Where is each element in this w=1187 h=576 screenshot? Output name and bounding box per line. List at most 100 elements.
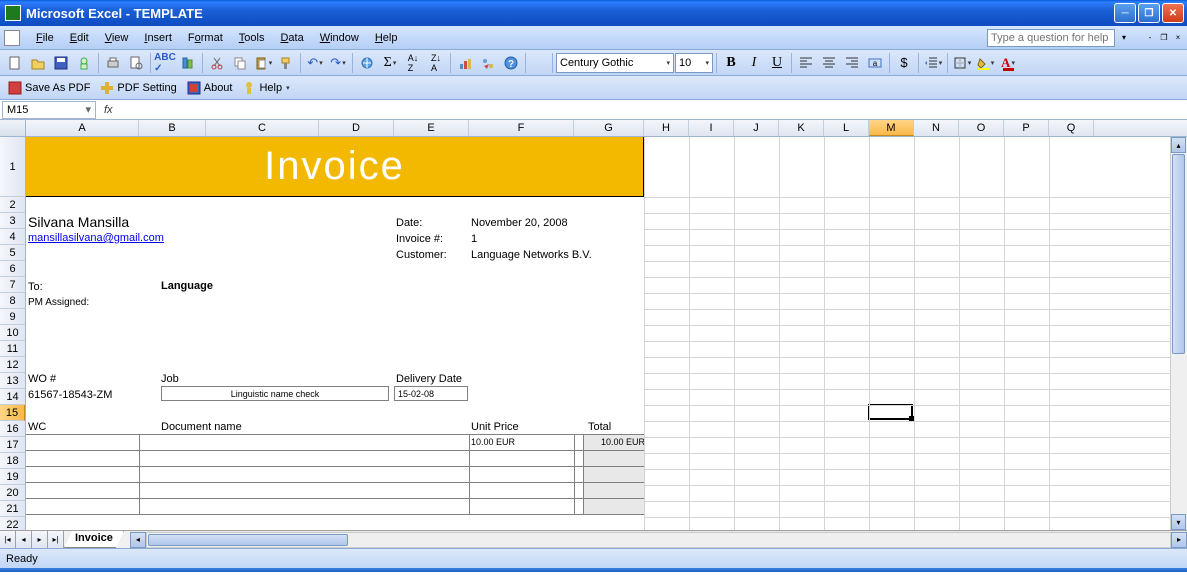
help-search-input[interactable] <box>987 29 1115 47</box>
column-header-C[interactable]: C <box>206 120 319 136</box>
pdf-help-button[interactable]: Help▾ <box>238 79 293 97</box>
row-header-6[interactable]: 6 <box>0 261 25 277</box>
row-header-5[interactable]: 5 <box>0 245 25 261</box>
row-header-14[interactable]: 14 <box>0 389 25 405</box>
hyperlink-icon[interactable] <box>356 52 378 74</box>
row-header-21[interactable]: 21 <box>0 501 25 517</box>
column-header-Q[interactable]: Q <box>1049 120 1094 136</box>
maximize-button[interactable]: ❐ <box>1138 3 1160 23</box>
row-header-2[interactable]: 2 <box>0 197 25 213</box>
print-preview-icon[interactable] <box>125 52 147 74</box>
menu-file[interactable]: File <box>28 30 62 46</box>
undo-icon[interactable]: ↶▾ <box>304 52 326 74</box>
print-icon[interactable] <box>102 52 124 74</box>
spellcheck-icon[interactable]: ABC✓ <box>154 52 176 74</box>
row-header-16[interactable]: 16 <box>0 421 25 437</box>
row-headers[interactable]: 12345678910111213141516171819202122 <box>0 137 26 530</box>
redo-icon[interactable]: ↷▾ <box>327 52 349 74</box>
column-header-K[interactable]: K <box>779 120 824 136</box>
scroll-up-button[interactable]: ▴ <box>1171 137 1186 153</box>
font-size-combo[interactable]: 10▾ <box>675 53 713 73</box>
menu-window[interactable]: Window <box>312 30 367 46</box>
doc-minimize-button[interactable]: - <box>1145 33 1155 43</box>
pdf-setting-button[interactable]: PDF Setting <box>96 79 180 97</box>
column-header-O[interactable]: O <box>959 120 1004 136</box>
column-header-G[interactable]: G <box>574 120 644 136</box>
menu-format[interactable]: Format <box>180 30 231 46</box>
font-color-icon[interactable]: A▾ <box>997 52 1019 74</box>
drawing-icon[interactable] <box>477 52 499 74</box>
column-headers[interactable]: ABCDEFGHIJKLMNOPQ <box>0 120 1187 137</box>
italic-button[interactable]: I <box>743 52 765 74</box>
hscroll-thumb[interactable] <box>148 534 348 546</box>
row-header-22[interactable]: 22 <box>0 517 25 530</box>
open-icon[interactable] <box>27 52 49 74</box>
sheet-tab-invoice[interactable]: Invoice <box>64 531 124 548</box>
row-header-10[interactable]: 10 <box>0 325 25 341</box>
help-search-dropdown[interactable]: ▾ <box>1119 33 1129 43</box>
column-header-F[interactable]: F <box>469 120 574 136</box>
menu-edit[interactable]: Edit <box>62 30 97 46</box>
close-button[interactable]: ✕ <box>1162 3 1184 23</box>
row-header-9[interactable]: 9 <box>0 309 25 325</box>
tab-first-button[interactable]: |◂ <box>0 531 16 548</box>
select-all-button[interactable] <box>0 120 26 136</box>
row-header-4[interactable]: 4 <box>0 229 25 245</box>
about-button[interactable]: About <box>183 79 237 97</box>
doc-close-button[interactable]: × <box>1173 33 1183 43</box>
row-header-7[interactable]: 7 <box>0 277 25 293</box>
align-center-icon[interactable] <box>818 52 840 74</box>
row-header-15[interactable]: 15 <box>0 405 25 421</box>
column-header-A[interactable]: A <box>26 120 139 136</box>
column-header-D[interactable]: D <box>319 120 394 136</box>
row-header-1[interactable]: 1 <box>0 137 25 197</box>
indent-decrease-icon[interactable]: ▾ <box>922 52 944 74</box>
menu-data[interactable]: Data <box>272 30 311 46</box>
vscroll-thumb[interactable] <box>1172 154 1185 354</box>
row-header-18[interactable]: 18 <box>0 453 25 469</box>
name-box[interactable]: M15▾ <box>2 101 96 119</box>
row-header-8[interactable]: 8 <box>0 293 25 309</box>
chart-wizard-icon[interactable] <box>454 52 476 74</box>
column-header-I[interactable]: I <box>689 120 734 136</box>
help-icon-toolbar[interactable]: ? <box>500 52 522 74</box>
row-header-20[interactable]: 20 <box>0 485 25 501</box>
cells-area[interactable]: Invoice Silvana Mansilla mansillasilvana… <box>26 137 1187 530</box>
column-header-H[interactable]: H <box>644 120 689 136</box>
align-right-icon[interactable] <box>841 52 863 74</box>
menu-help[interactable]: Help <box>367 30 406 46</box>
row-header-19[interactable]: 19 <box>0 469 25 485</box>
bold-button[interactable]: B <box>720 52 742 74</box>
scroll-down-button[interactable]: ▾ <box>1171 514 1186 530</box>
fx-label[interactable]: fx <box>98 104 119 116</box>
save-as-pdf-button[interactable]: Save As PDF <box>4 79 94 97</box>
sort-desc-icon[interactable]: Z↓A <box>425 52 447 74</box>
sort-asc-icon[interactable]: A↓Z <box>402 52 424 74</box>
menu-view[interactable]: View <box>97 30 137 46</box>
align-left-icon[interactable] <box>795 52 817 74</box>
save-icon[interactable] <box>50 52 72 74</box>
formula-input[interactable] <box>119 101 1187 119</box>
tab-next-button[interactable]: ▸ <box>32 531 48 548</box>
row-header-12[interactable]: 12 <box>0 357 25 373</box>
copy-icon[interactable] <box>229 52 251 74</box>
column-header-M[interactable]: M <box>869 120 914 136</box>
autosum-icon[interactable]: Σ▾ <box>379 52 401 74</box>
tab-prev-button[interactable]: ◂ <box>16 531 32 548</box>
horizontal-scrollbar[interactable]: ◂ ▸ <box>130 531 1187 548</box>
worksheet-grid[interactable]: ABCDEFGHIJKLMNOPQ 1234567891011121314151… <box>0 120 1187 530</box>
column-header-L[interactable]: L <box>824 120 869 136</box>
currency-icon[interactable]: $ <box>893 52 915 74</box>
doc-restore-button[interactable]: ❐ <box>1159 33 1169 43</box>
row-header-17[interactable]: 17 <box>0 437 25 453</box>
borders-icon[interactable]: ▾ <box>951 52 973 74</box>
fill-color-icon[interactable]: ▾ <box>974 52 996 74</box>
column-header-J[interactable]: J <box>734 120 779 136</box>
format-painter-icon[interactable] <box>275 52 297 74</box>
row-header-11[interactable]: 11 <box>0 341 25 357</box>
new-icon[interactable] <box>4 52 26 74</box>
menu-tools[interactable]: Tools <box>231 30 273 46</box>
vertical-scrollbar[interactable]: ▴ ▾ <box>1170 137 1187 530</box>
row-header-3[interactable]: 3 <box>0 213 25 229</box>
scroll-left-button[interactable]: ◂ <box>130 532 146 548</box>
